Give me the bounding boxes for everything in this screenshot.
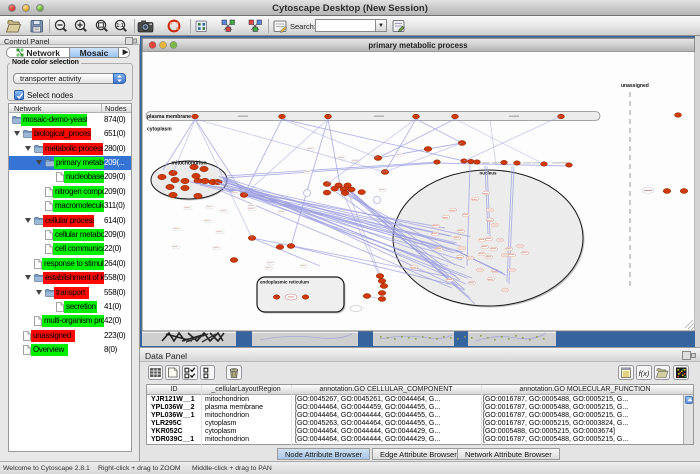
svg-text:endoplasmic reticulum: endoplasmic reticulum (260, 280, 309, 285)
svg-text:f(x): f(x) (639, 369, 650, 378)
svg-text:1:1: 1:1 (116, 23, 123, 29)
svg-text:primary metabolic process: primary metabolic process (368, 41, 468, 50)
svg-text:nucleus: nucleus (479, 171, 497, 176)
svg-text:unassigned: unassigned (621, 83, 649, 89)
svg-text:plasma membrane: plasma membrane (147, 114, 191, 120)
svg-text:cytoplasm: cytoplasm (147, 127, 172, 133)
